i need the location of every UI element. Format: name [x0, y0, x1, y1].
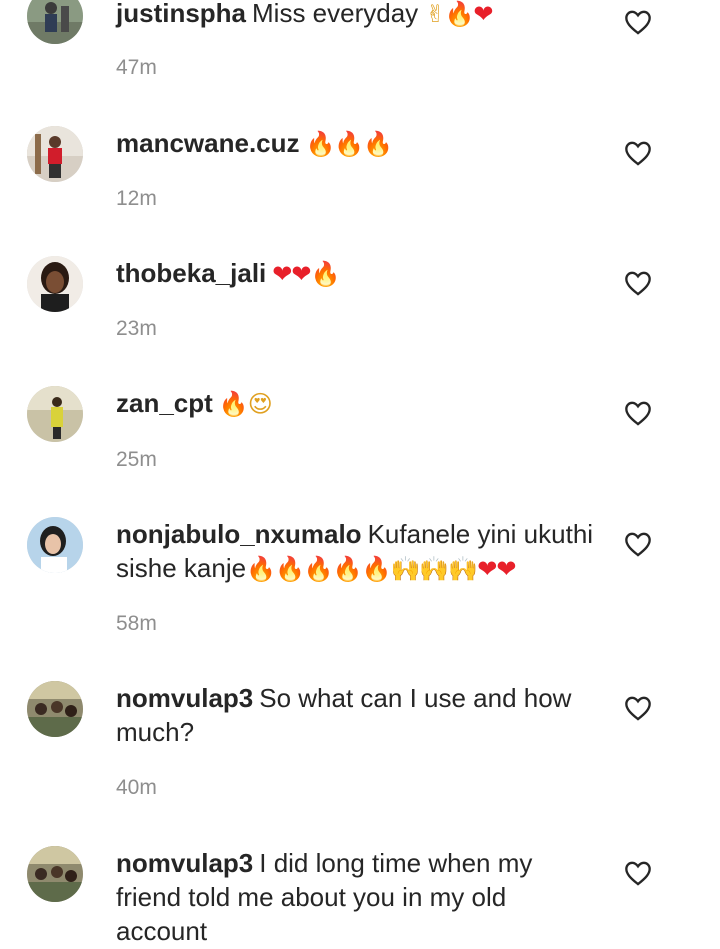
user-avatar[interactable]	[27, 681, 83, 737]
fire-icon: 🔥	[303, 555, 334, 583]
raised-hands-icon: 🙌	[448, 555, 478, 583]
user-avatar[interactable]	[27, 846, 83, 902]
comment-text: nomvulap3 So what can I use and how much?	[116, 681, 602, 750]
comment-emoji: 🔥🔥🔥🔥🔥🙌🙌🙌❤❤	[246, 555, 516, 583]
heart-eyes-icon: 😍	[247, 390, 273, 418]
red-heart-icon: ❤	[473, 0, 493, 28]
heart-outline-icon	[625, 141, 651, 166]
comment-username[interactable]: mancwane.cuz	[116, 128, 300, 158]
comment-text: justinspha Miss everyday ✌🔥❤	[116, 0, 602, 31]
user-avatar[interactable]	[27, 256, 83, 312]
user-avatar[interactable]	[27, 0, 83, 44]
heart-outline-icon	[625, 10, 651, 35]
heart-outline-icon	[625, 532, 651, 557]
comment-emoji: 🔥🔥🔥	[305, 130, 394, 158]
heart-outline-icon	[625, 696, 651, 721]
comment-username[interactable]: nonjabulo_nxumalo	[116, 519, 362, 549]
user-avatar[interactable]	[27, 386, 83, 442]
comment-emoji: ❤❤🔥	[272, 260, 341, 288]
victory-hand-icon: ✌	[425, 0, 445, 28]
comment-emoji: ✌🔥❤	[425, 0, 493, 28]
heart-outline-icon	[625, 861, 651, 886]
comment-username[interactable]: nomvulap3	[116, 848, 253, 878]
like-button[interactable]	[624, 695, 652, 721]
comment-username[interactable]: justinspha	[116, 0, 246, 28]
fire-icon: 🔥	[305, 130, 336, 158]
fire-icon: 🔥	[332, 555, 363, 583]
comment-timestamp: 40m	[116, 776, 157, 799]
fire-icon: 🔥	[444, 0, 475, 28]
comment-text: mancwane.cuz 🔥🔥🔥	[116, 126, 602, 161]
comment-timestamp: 47m	[116, 56, 157, 79]
comment-username[interactable]: nomvulap3	[116, 683, 253, 713]
comment-text: zan_cpt 🔥😍	[116, 386, 602, 421]
comment-text: thobeka_jali ❤❤🔥	[116, 256, 602, 291]
comment-text: nonjabulo_nxumalo Kufanele yini ukuthi si…	[116, 517, 602, 586]
fire-icon: 🔥	[246, 555, 276, 583]
fire-icon: 🔥	[218, 390, 249, 418]
like-button[interactable]	[624, 531, 652, 557]
raised-hands-icon: 🙌	[419, 555, 449, 583]
user-avatar[interactable]	[27, 517, 83, 573]
red-heart-icon: ❤	[496, 555, 516, 583]
like-button[interactable]	[624, 400, 652, 426]
fire-icon: 🔥	[361, 555, 392, 583]
fire-icon: 🔥	[274, 555, 305, 583]
comment-timestamp: 12m	[116, 187, 157, 210]
red-heart-icon: ❤	[291, 260, 311, 288]
comment-emoji: 🔥😍	[218, 390, 273, 418]
heart-outline-icon	[625, 271, 651, 296]
comment-username[interactable]: thobeka_jali	[116, 258, 266, 288]
comment-timestamp: 23m	[116, 317, 157, 340]
like-button[interactable]	[624, 860, 652, 886]
red-heart-icon: ❤	[477, 555, 497, 583]
fire-icon: 🔥	[363, 130, 393, 158]
like-button[interactable]	[624, 270, 652, 296]
like-button[interactable]	[624, 9, 652, 35]
raised-hands-icon: 🙌	[390, 555, 421, 583]
user-avatar[interactable]	[27, 126, 83, 182]
red-heart-icon: ❤	[272, 260, 292, 288]
heart-outline-icon	[625, 401, 651, 426]
comment-body: Miss everyday	[252, 0, 419, 28]
comments-list: justinspha Miss everyday ✌🔥❤ 47m mancwane…	[0, 0, 720, 949]
fire-icon: 🔥	[334, 130, 364, 158]
like-button[interactable]	[624, 140, 652, 166]
comment-username[interactable]: zan_cpt	[116, 388, 213, 418]
comment-timestamp: 25m	[116, 448, 157, 471]
fire-icon: 🔥	[310, 260, 341, 288]
comment-timestamp: 58m	[116, 612, 157, 635]
comment-text: nomvulap3 I did long time when my friend …	[116, 846, 602, 949]
